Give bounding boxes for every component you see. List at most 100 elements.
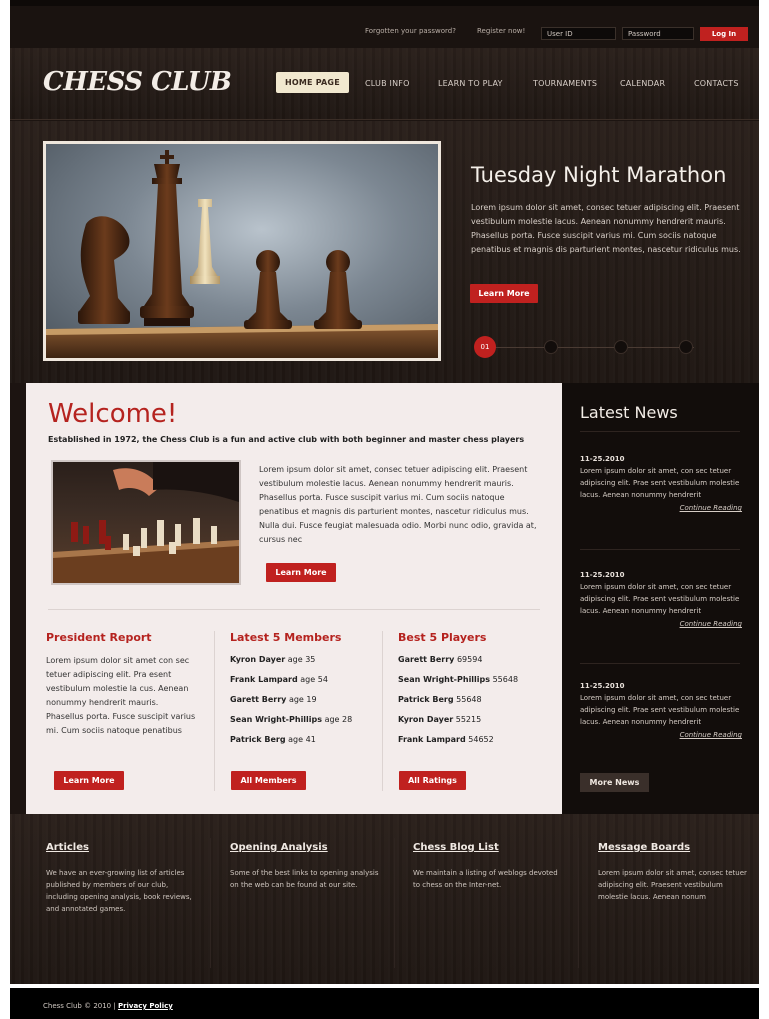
welcome-learn-more-button[interactable]: Learn More xyxy=(266,563,336,582)
continue-reading-link[interactable]: Continue Reading xyxy=(580,618,742,630)
welcome-subtitle: Established in 1972, the Chess Club is a… xyxy=(48,435,525,444)
player-name[interactable]: Frank Lampard xyxy=(398,735,466,744)
footer-blog-text: We maintain a listing of weblogs devoted… xyxy=(413,869,558,889)
hero-banner: Tuesday Night Marathon Lorem ipsum dolor… xyxy=(10,121,759,383)
members-column: Latest 5 Members Kyron Dayer age 35 Fran… xyxy=(230,631,380,750)
forgot-password-link[interactable]: Forgotten your password? xyxy=(365,27,456,35)
sidebar-rule xyxy=(580,663,740,664)
all-ratings-button[interactable]: All Ratings xyxy=(399,771,466,790)
member-name[interactable]: Kyron Dayer xyxy=(230,655,285,664)
president-learn-more-button[interactable]: Learn More xyxy=(54,771,124,790)
more-news-button[interactable]: More News xyxy=(580,773,649,792)
member-name[interactable]: Garett Berry xyxy=(230,695,286,704)
footer: Articles We have an ever-growing list of… xyxy=(10,814,759,984)
players-list: Garett Berry 69594 Sean Wright-Phillips … xyxy=(398,650,548,750)
welcome-text: Lorem ipsum dolor sit amet, consec tetue… xyxy=(259,465,537,544)
player-item: Garett Berry 69594 xyxy=(398,650,548,670)
hero-chess-image xyxy=(43,141,441,361)
player-score: 69594 xyxy=(456,655,483,664)
news-date: 11-25.2010 xyxy=(580,571,625,579)
players-title: Best 5 Players xyxy=(398,631,487,644)
news-item: 11-25.2010 Lorem ipsum dolor sit amet, c… xyxy=(580,569,742,630)
news-text: Lorem ipsum dolor sit amet, con sec tetu… xyxy=(580,694,740,726)
slider-pager: 01 xyxy=(474,335,704,359)
chess-hand-illustration xyxy=(53,462,239,583)
footer-column-articles: Articles We have an ever-growing list of… xyxy=(46,842,196,915)
pager-dot-3[interactable] xyxy=(614,340,628,354)
player-item: Sean Wright-Phillips 55648 xyxy=(398,670,548,690)
news-sidebar: Latest News 11-25.2010 Lorem ipsum dolor… xyxy=(562,383,759,814)
content-divider xyxy=(48,609,540,610)
nav-contacts[interactable]: CONTACTS xyxy=(694,79,739,88)
footer-boards-link[interactable]: Message Boards xyxy=(598,842,690,853)
member-age: age 28 xyxy=(324,715,353,724)
header: CHESS CLUB HOME PAGE CLUB INFO LEARN TO … xyxy=(10,48,759,120)
footer-blog-link[interactable]: Chess Blog List xyxy=(413,842,499,853)
player-item: Frank Lampard 54652 xyxy=(398,730,548,750)
pager-dot-1[interactable]: 01 xyxy=(474,336,496,358)
member-item: Sean Wright-Phillips age 28 xyxy=(230,710,380,730)
player-score: 55215 xyxy=(455,715,482,724)
footer-opening-text: Some of the best links to opening analys… xyxy=(230,869,379,889)
news-item: 11-25.2010 Lorem ipsum dolor sit amet, c… xyxy=(580,453,742,514)
nav-club-info[interactable]: CLUB INFO xyxy=(365,79,410,88)
password-input[interactable]: Password xyxy=(622,27,694,40)
news-date: 11-25.2010 xyxy=(580,682,625,690)
pager-line xyxy=(484,347,694,348)
hero-learn-more-button[interactable]: Learn More xyxy=(470,284,538,303)
president-report-column: President Report Lorem ipsum dolor sit a… xyxy=(46,631,196,738)
nav-tournaments[interactable]: TOURNAMENTS xyxy=(533,79,597,88)
members-list: Kyron Dayer age 35 Frank Lampard age 54 … xyxy=(230,650,380,750)
player-name[interactable]: Patrick Berg xyxy=(398,695,454,704)
site-logo[interactable]: CHESS CLUB xyxy=(43,67,232,97)
players-column: Best 5 Players Garett Berry 69594 Sean W… xyxy=(398,631,548,750)
hero-text: Lorem ipsum dolor sit amet, consec tetue… xyxy=(471,203,741,254)
welcome-title: Welcome! xyxy=(48,399,178,429)
all-members-button[interactable]: All Members xyxy=(231,771,306,790)
member-name[interactable]: Sean Wright-Phillips xyxy=(230,715,322,724)
footer-separator xyxy=(578,838,579,968)
player-name[interactable]: Garett Berry xyxy=(398,655,454,664)
member-name[interactable]: Frank Lampard xyxy=(230,675,298,684)
footer-column-blog: Chess Blog List We maintain a listing of… xyxy=(413,842,563,891)
footer-column-boards: Message Boards Lorem ipsum dolor sit ame… xyxy=(598,842,748,903)
player-name[interactable]: Sean Wright-Phillips xyxy=(398,675,490,684)
member-item: Frank Lampard age 54 xyxy=(230,670,380,690)
news-text: Lorem ipsum dolor sit amet, con sec tetu… xyxy=(580,467,740,499)
player-item: Kyron Dayer 55215 xyxy=(398,710,548,730)
nav-home-page[interactable]: HOME PAGE xyxy=(276,72,349,93)
main-content: Welcome! Established in 1972, the Chess … xyxy=(26,383,562,814)
member-item: Kyron Dayer age 35 xyxy=(230,650,380,670)
nav-learn-to-play[interactable]: LEARN TO PLAY xyxy=(438,79,503,88)
footer-opening-link[interactable]: Opening Analysis xyxy=(230,842,328,853)
nav-calendar[interactable]: CALENDAR xyxy=(620,79,665,88)
copyright-line: Chess Club © 2010 | Privacy Policy xyxy=(43,1002,173,1010)
footer-articles-text: We have an ever-growing list of articles… xyxy=(46,869,192,913)
continue-reading-link[interactable]: Continue Reading xyxy=(580,729,742,741)
footer-separator xyxy=(394,838,395,968)
page: Forgotten your password? Register now! U… xyxy=(10,0,759,1019)
player-name[interactable]: Kyron Dayer xyxy=(398,715,453,724)
president-report-title: President Report xyxy=(46,631,152,644)
footer-articles-link[interactable]: Articles xyxy=(46,842,89,853)
copyright-bar: Chess Club © 2010 | Privacy Policy xyxy=(10,984,759,1019)
news-date: 11-25.2010 xyxy=(580,455,625,463)
welcome-chess-image xyxy=(51,460,241,585)
user-id-input[interactable]: User ID xyxy=(541,27,616,40)
hero-title: Tuesday Night Marathon xyxy=(471,163,727,187)
register-link[interactable]: Register now! xyxy=(477,27,525,35)
login-button[interactable]: Log In xyxy=(700,27,748,41)
sidebar-rule xyxy=(580,549,740,550)
member-item: Garett Berry age 19 xyxy=(230,690,380,710)
pager-dot-4[interactable] xyxy=(679,340,693,354)
member-age: age 19 xyxy=(288,695,317,704)
player-score: 55648 xyxy=(456,695,482,704)
top-bar: Forgotten your password? Register now! U… xyxy=(10,0,759,48)
news-text: Lorem ipsum dolor sit amet, con sec tetu… xyxy=(580,583,740,615)
pager-dot-2[interactable] xyxy=(544,340,558,354)
sidebar-rule xyxy=(580,431,740,432)
member-name[interactable]: Patrick Berg xyxy=(230,735,286,744)
continue-reading-link[interactable]: Continue Reading xyxy=(580,502,742,514)
privacy-policy-link[interactable]: Privacy Policy xyxy=(118,1002,173,1010)
president-report-text: Lorem ipsum dolor sit amet con sec tetue… xyxy=(46,656,196,735)
